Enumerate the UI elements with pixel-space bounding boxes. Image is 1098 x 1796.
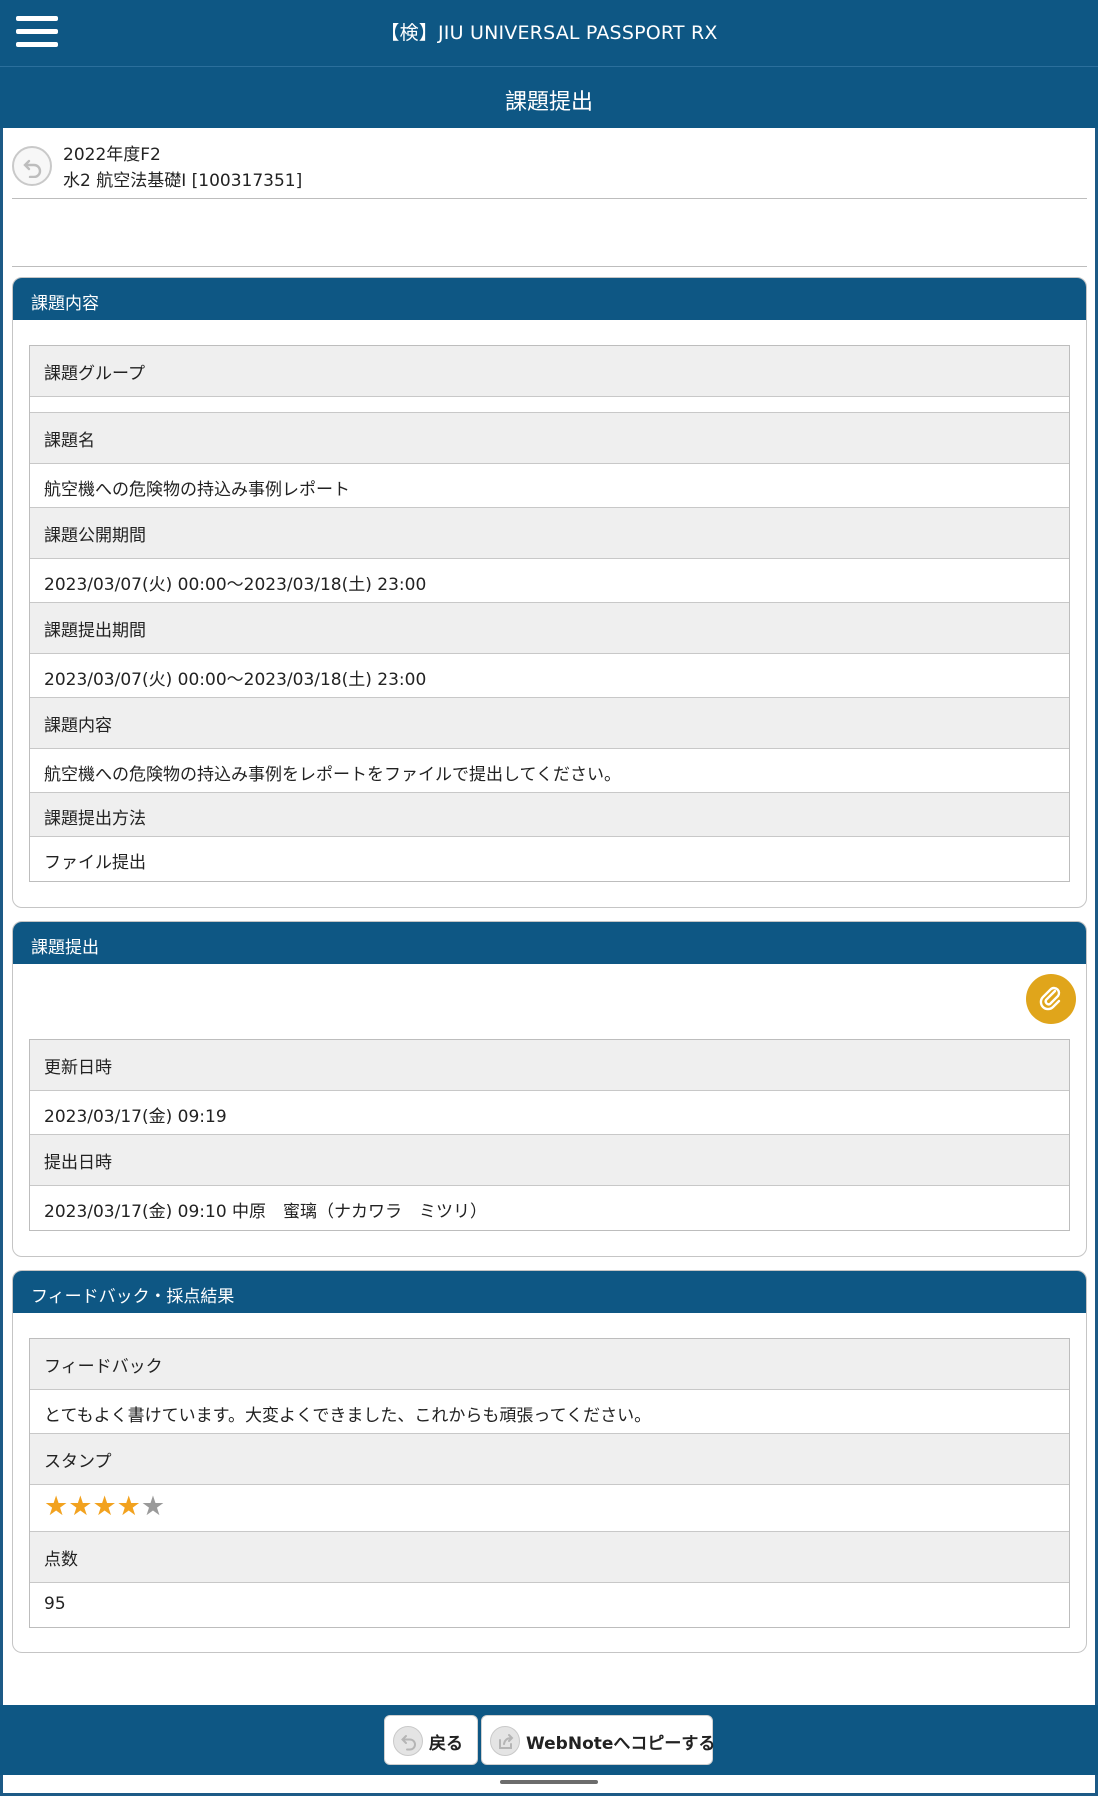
star-filled-icon: ★ <box>44 1491 69 1522</box>
assignment-name-label: 課題名 <box>30 413 1069 464</box>
home-indicator <box>500 1780 598 1784</box>
group-label: 課題グループ <box>30 346 1069 397</box>
panel-heading: フィードバック・採点結果 <box>13 1271 1086 1313</box>
share-export-icon <box>490 1726 520 1756</box>
feedback-panel: フィードバック・採点結果 フィードバック とてもよく書けています。大変よくできま… <box>12 1270 1087 1653</box>
app-bar: 【検】JIU UNIVERSAL PASSPORT RX <box>0 0 1098 66</box>
method-value: ファイル提出 <box>30 837 1069 881</box>
method-label: 課題提出方法 <box>30 793 1069 837</box>
submission-panel: 課題提出 更新日時 2023/03/17(金) 09:19 提出日時 2023/… <box>12 921 1087 1257</box>
submit-period-label: 課題提出期間 <box>30 603 1069 654</box>
content-value: 航空機への危険物の持込み事例をレポートをファイルで提出してください。 <box>30 749 1069 793</box>
star-empty-icon: ★ <box>140 1491 166 1522</box>
attach-file-button[interactable] <box>1026 974 1076 1024</box>
back-circle-button[interactable] <box>12 146 52 186</box>
assignment-content-panel: 課題内容 課題グループ 課題名 航空機への危険物の持込み事例レポート 課題公開期… <box>12 277 1087 908</box>
assignment-table: 課題グループ 課題名 航空機への危険物の持込み事例レポート 課題公開期間 202… <box>29 345 1070 882</box>
course-name: 水2 航空法基礎Ⅰ [100317351] <box>63 171 303 191</box>
submitted-label: 提出日時 <box>30 1135 1069 1186</box>
page-header: 課題提出 <box>0 66 1098 128</box>
panel-heading: 課題提出 <box>13 922 1086 964</box>
course-info: 2022年度F2 水2 航空法基礎Ⅰ [100317351] <box>12 128 1087 199</box>
score-label: 点数 <box>30 1532 1069 1583</box>
updated-label: 更新日時 <box>30 1040 1069 1091</box>
divider <box>12 266 1087 267</box>
score-value: 95 <box>30 1583 1069 1627</box>
assignment-name-value: 航空機への危険物の持込み事例レポート <box>30 464 1069 508</box>
back-button-label: 戻る <box>429 1734 463 1754</box>
submit-period-value: 2023/03/07(火) 00:00～2023/03/18(土) 23:00 <box>30 654 1069 698</box>
panel-heading: 課題内容 <box>13 278 1086 320</box>
public-period-label: 課題公開期間 <box>30 508 1069 559</box>
back-button[interactable]: 戻る <box>384 1715 478 1765</box>
stamp-rating: ★★★★★ <box>30 1485 1069 1532</box>
paperclip-icon <box>1039 986 1061 1011</box>
page-title: 課題提出 <box>504 90 593 115</box>
app-title: 【検】JIU UNIVERSAL PASSPORT RX <box>380 22 718 44</box>
group-value <box>30 397 1069 413</box>
submission-table: 更新日時 2023/03/17(金) 09:19 提出日時 2023/03/17… <box>29 1039 1070 1231</box>
stamp-label: スタンプ <box>30 1434 1069 1485</box>
submitted-value: 2023/03/17(金) 09:10 中原 蜜璃（ナカワラ ミツリ） <box>30 1186 1069 1230</box>
updated-value: 2023/03/17(金) 09:19 <box>30 1091 1069 1135</box>
back-arrow-icon <box>393 1726 423 1756</box>
copy-button-label: WebNoteへコピーする <box>526 1734 716 1754</box>
content-label: 課題内容 <box>30 698 1069 749</box>
undo-arrow-icon <box>23 159 42 178</box>
bottom-toolbar: 戻る WebNoteへコピーする <box>0 1705 1098 1775</box>
copy-to-webnote-button[interactable]: WebNoteへコピーする <box>481 1715 716 1765</box>
star-filled-icon: ★ <box>92 1491 117 1522</box>
course-year-term: 2022年度F2 <box>63 145 161 165</box>
star-filled-icon: ★ <box>116 1491 141 1522</box>
feedback-table: フィードバック とてもよく書けています。大変よくできました、これからも頑張ってく… <box>29 1338 1070 1628</box>
star-filled-icon: ★ <box>68 1491 93 1522</box>
feedback-value: とてもよく書けています。大変よくできました、これからも頑張ってください。 <box>30 1390 1069 1434</box>
feedback-label: フィードバック <box>30 1339 1069 1390</box>
public-period-value: 2023/03/07(火) 00:00～2023/03/18(土) 23:00 <box>30 559 1069 603</box>
